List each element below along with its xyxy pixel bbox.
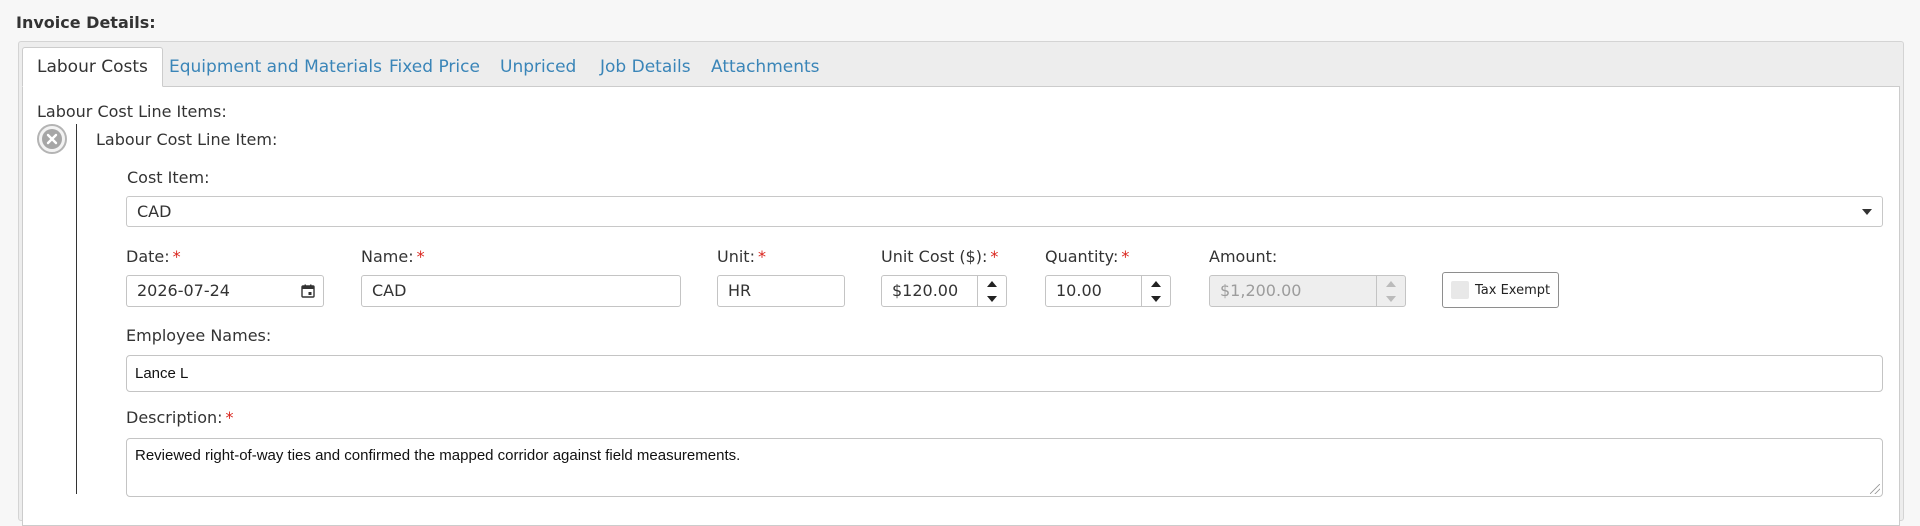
line-item-heading: Labour Cost Line Item:: [96, 130, 278, 149]
tab-attachments[interactable]: Attachments: [711, 47, 820, 87]
quantity-label: Quantity: *: [1045, 247, 1130, 266]
calendar-icon: [300, 284, 315, 298]
unit-cost-decrement[interactable]: [978, 291, 1006, 306]
chevron-up-icon: [1151, 280, 1161, 287]
employee-names-label: Employee Names:: [126, 326, 272, 345]
quantity-input[interactable]: 10.00: [1045, 275, 1142, 307]
date-label: Date: *: [126, 247, 181, 266]
quantity-stepper[interactable]: [1141, 275, 1171, 307]
description-label: Description: *: [126, 408, 234, 427]
tab-unpriced[interactable]: Unpriced: [500, 47, 576, 87]
tax-exempt-label: Tax Exempt: [1475, 282, 1551, 298]
chevron-up-icon: [1386, 280, 1396, 287]
amount-decrement: [1377, 291, 1405, 306]
unit-input[interactable]: HR: [717, 275, 845, 307]
amount-increment: [1377, 276, 1405, 291]
name-input[interactable]: CAD: [361, 275, 681, 307]
cost-item-label: Cost Item:: [127, 168, 210, 187]
line-items-heading: Labour Cost Line Items:: [37, 102, 227, 121]
employee-names-input[interactable]: Lance L: [126, 355, 1883, 392]
amount-stepper: [1376, 275, 1406, 307]
tax-exempt-checkbox[interactable]: [1451, 281, 1469, 299]
amount-input: $1,200.00: [1209, 275, 1377, 307]
tab-equipment-and-materials[interactable]: Equipment and Materials: [169, 47, 382, 87]
remove-circle-icon: [42, 129, 62, 149]
date-input[interactable]: 2026-07-24: [126, 275, 293, 307]
cost-item-value: CAD: [137, 202, 172, 221]
cost-item-select[interactable]: CAD: [126, 196, 1883, 227]
unit-cost-label: Unit Cost ($): *: [881, 247, 999, 266]
tax-exempt-toggle[interactable]: Tax Exempt: [1442, 272, 1559, 308]
chevron-down-icon: [987, 295, 997, 302]
remove-line-item-button[interactable]: [37, 124, 67, 154]
quantity-increment[interactable]: [1142, 276, 1170, 291]
caret-down-icon: [1862, 209, 1872, 215]
name-label: Name: *: [361, 247, 425, 266]
unit-cost-increment[interactable]: [978, 276, 1006, 291]
chevron-down-icon: [1151, 295, 1161, 302]
section-title: Invoice Details:: [16, 13, 156, 32]
tab-labour-costs[interactable]: Labour Costs: [22, 47, 163, 87]
unit-label: Unit: *: [717, 247, 766, 266]
chevron-up-icon: [987, 280, 997, 287]
unit-cost-stepper[interactable]: [977, 275, 1007, 307]
amount-label: Amount:: [1209, 247, 1278, 266]
resize-grip-icon[interactable]: [1870, 484, 1880, 494]
tab-job-details[interactable]: Job Details: [600, 47, 691, 87]
line-item-divider: [76, 124, 77, 494]
date-picker-button[interactable]: [292, 275, 324, 307]
unit-cost-input[interactable]: $120.00: [881, 275, 978, 307]
description-text: Reviewed right-of-way ties and confirmed…: [135, 447, 741, 464]
description-textarea[interactable]: Reviewed right-of-way ties and confirmed…: [126, 438, 1883, 497]
chevron-down-icon: [1386, 295, 1396, 302]
quantity-decrement[interactable]: [1142, 291, 1170, 306]
tab-fixed-price[interactable]: Fixed Price: [389, 47, 480, 87]
